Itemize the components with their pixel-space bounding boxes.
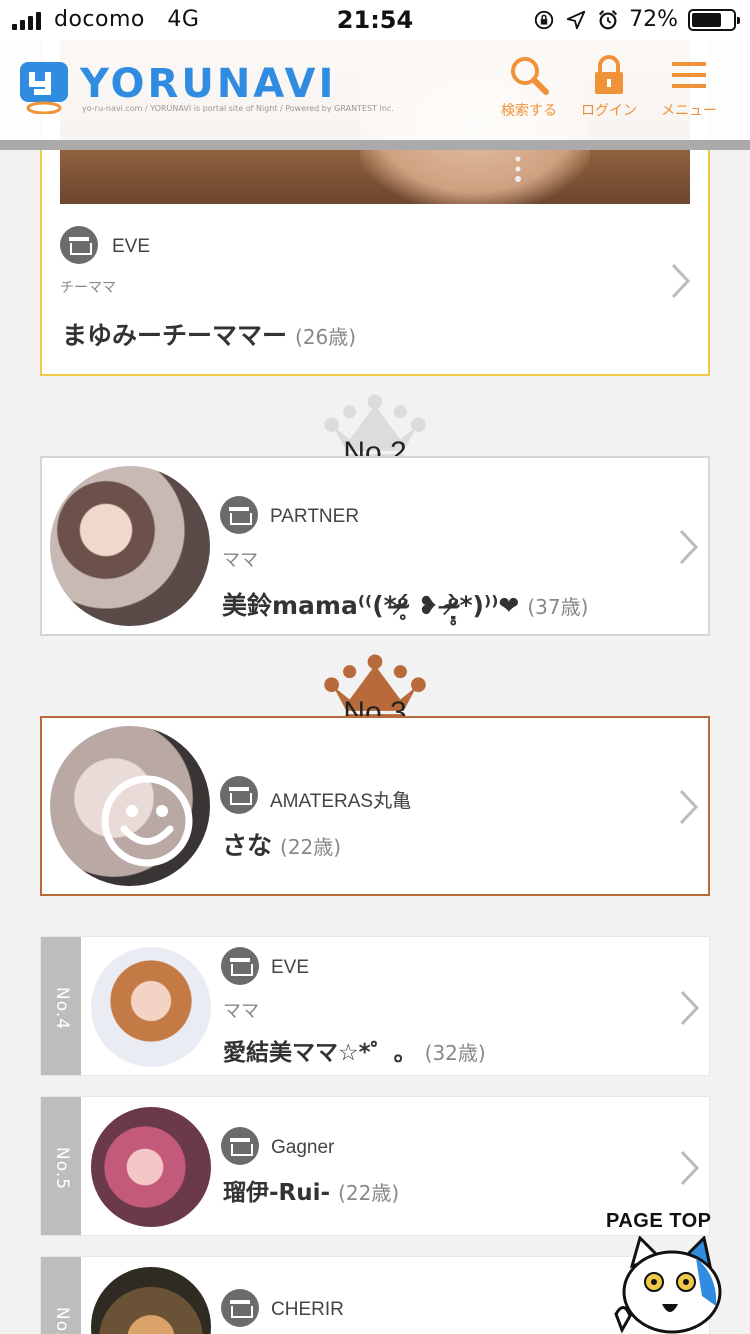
- search-label: 検索する: [501, 103, 557, 119]
- cast-age: (22歳): [280, 835, 342, 859]
- shop-name: Gagner: [271, 1137, 335, 1158]
- shop-name: EVE: [112, 236, 151, 257]
- cast-name: さな (22歳): [222, 826, 341, 862]
- logo-text[interactable]: YORUNAVI: [80, 62, 336, 106]
- yorunavi-logo-icon[interactable]: [18, 60, 70, 114]
- shop-icon: [221, 1289, 259, 1327]
- role-label: ママ: [222, 550, 258, 571]
- login-button[interactable]: ログイン: [574, 54, 644, 120]
- hamburger-menu-icon: [672, 62, 706, 88]
- rotation-lock-icon: [534, 10, 554, 29]
- cast-name-text: さな: [222, 831, 273, 860]
- cast-photo-5[interactable]: [91, 1107, 211, 1227]
- page-top-label: PAGE TOP: [606, 1210, 712, 1232]
- cast-name: 愛結美ママ☆*゜。 (32歳): [223, 1033, 486, 1067]
- chevron-right-icon: [680, 1150, 700, 1186]
- rank-tab: No.4: [41, 937, 81, 1075]
- cast-photo-6[interactable]: [91, 1267, 211, 1334]
- cast-age: (22歳): [338, 1181, 400, 1205]
- shop-icon: [221, 1127, 259, 1165]
- cast-age: (37歳): [527, 595, 589, 619]
- battery-icon: [688, 8, 740, 31]
- battery-percent: 72%: [629, 7, 678, 32]
- cast-name-text: 美鈴mama⁽⁽(*ᵒ̴̶̷̥́ ❥ ᵒ̴̶̷̣̥̀*)⁾⁾❤: [222, 591, 520, 620]
- shop-name: PARTNER: [270, 506, 360, 527]
- smiley-face-icon: [101, 775, 193, 867]
- ranking-card-2[interactable]: PARTNER ママ 美鈴mama⁽⁽(*ᵒ̴̶̷̥́ ❥ ᵒ̴̶̷̣̥̀*)⁾…: [40, 456, 710, 636]
- shop-name: EVE: [271, 957, 310, 978]
- search-button[interactable]: 検索する: [494, 54, 564, 120]
- cast-name-text: 瑠伊-Rui-: [223, 1180, 331, 1206]
- login-label: ログイン: [581, 103, 637, 119]
- status-bar: docomo 4G 21:54 72%: [0, 0, 750, 40]
- role-label: チーママ: [60, 280, 116, 296]
- chevron-right-icon: [679, 529, 699, 565]
- cast-name-text: 愛結美ママ☆*゜。: [223, 1040, 417, 1066]
- chevron-right-icon: [679, 789, 699, 825]
- header-divider: [0, 140, 750, 150]
- menu-label: メニュー: [661, 103, 717, 119]
- cast-age: (26歳): [295, 325, 357, 349]
- cast-photo-3[interactable]: [50, 726, 210, 886]
- shop-name: AMATERAS丸亀: [270, 791, 412, 812]
- alarm-icon: [599, 9, 618, 29]
- cast-photo-4[interactable]: [91, 947, 211, 1067]
- ranking-card-3[interactable]: AMATERAS丸亀 さな (22歳): [40, 716, 710, 896]
- rank-tab: No.6: [41, 1257, 81, 1334]
- chevron-right-icon: [671, 263, 691, 299]
- menu-button[interactable]: メニュー: [654, 54, 724, 120]
- location-icon: [566, 10, 586, 29]
- cast-name: まゆみーチーママー (26歳): [62, 316, 356, 352]
- rank-label-4: No.4: [52, 987, 72, 1031]
- shop-name: CHERIR: [271, 1299, 344, 1320]
- shop-icon: [60, 226, 98, 264]
- site-header: YORUNAVI yo-ru-navi.com / YORUNAVI is po…: [0, 40, 750, 140]
- shop-icon: [221, 947, 259, 985]
- chevron-right-icon: [680, 990, 700, 1026]
- cat-mascot-icon: [614, 1236, 722, 1334]
- search-icon: [511, 57, 549, 95]
- rank-label-6: No.6: [52, 1307, 72, 1334]
- cast-name: 美鈴mama⁽⁽(*ᵒ̴̶̷̥́ ❥ ᵒ̴̶̷̣̥̀*)⁾⁾❤ (37歳): [222, 586, 588, 622]
- cast-photo-2[interactable]: [50, 466, 210, 626]
- cast-name-text: まゆみーチーママー: [62, 321, 288, 350]
- logo-tagline: yo-ru-navi.com / YORUNAVI is portal site…: [82, 104, 394, 113]
- rank-label-5: No.5: [52, 1147, 72, 1191]
- lock-icon: [595, 55, 623, 94]
- cast-age: (32歳): [424, 1041, 486, 1065]
- ranking-card-4[interactable]: No.4 EVE ママ 愛結美ママ☆*゜。 (32歳): [40, 936, 710, 1076]
- role-label: ママ: [223, 1001, 259, 1022]
- rank-tab: No.5: [41, 1097, 81, 1235]
- page-top-button[interactable]: PAGE TOP: [606, 1208, 736, 1334]
- shop-icon: [220, 496, 258, 534]
- shop-icon: [220, 776, 258, 814]
- cast-name: 瑠伊-Rui- (22歳): [223, 1173, 399, 1207]
